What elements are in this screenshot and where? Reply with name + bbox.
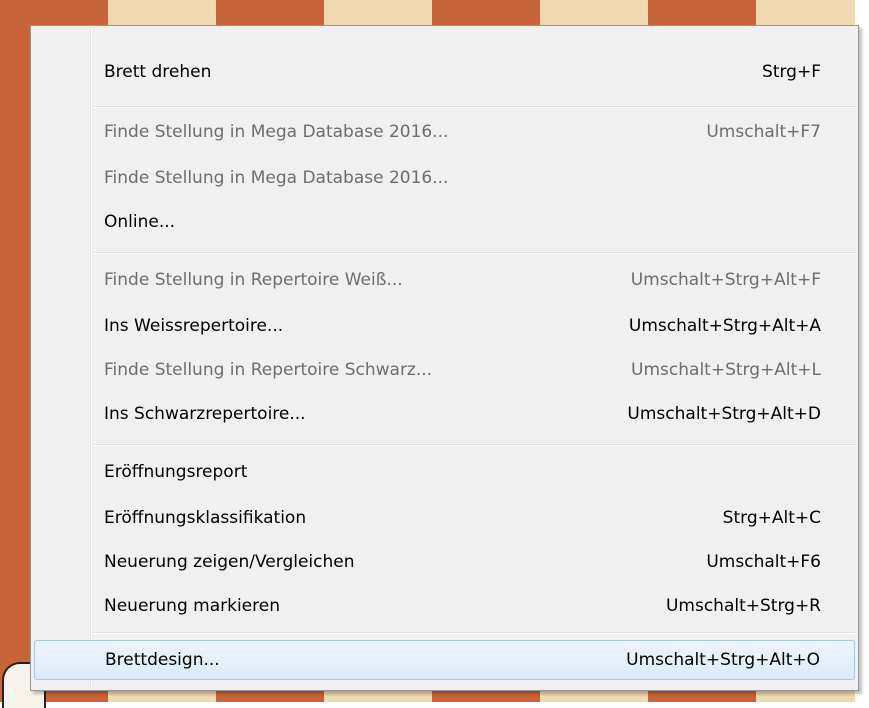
- menu-item-shortcut: Umschalt+Strg+Alt+F: [630, 270, 821, 290]
- menu-separator: [93, 106, 855, 108]
- menu-item-label: Ins Schwarzrepertoire...: [104, 404, 306, 424]
- menu-item-eroeffnungsklassifikation[interactable]: Eröffnungsklassifikation Strg+Alt+C: [34, 498, 855, 538]
- menu-item-finde-repertoire-schwarz[interactable]: Finde Stellung in Repertoire Schwarz... …: [34, 350, 855, 390]
- menu-item-label: Eröffnungsreport: [104, 462, 248, 482]
- menu-item-label: Online...: [104, 212, 176, 232]
- menu-item-label: Finde Stellung in Mega Database 2016...: [104, 122, 449, 142]
- menu-item-shortcut: Strg+F: [762, 62, 821, 82]
- menu-item-finde-mega-1[interactable]: Finde Stellung in Mega Database 2016... …: [34, 112, 855, 152]
- menu-item-label: Brettdesign...: [105, 650, 220, 670]
- menu-item-label: Finde Stellung in Repertoire Schwarz...: [104, 360, 433, 380]
- menu-item-neuerung-zeigen[interactable]: Neuerung zeigen/Vergleichen Umschalt+F6: [34, 542, 855, 582]
- menu-item-finde-mega-2[interactable]: Finde Stellung in Mega Database 2016...: [34, 158, 855, 198]
- context-menu: Brett drehen Strg+F Finde Stellung in Me…: [30, 25, 859, 691]
- menu-item-label: Finde Stellung in Repertoire Weiß...: [104, 270, 403, 290]
- menu-item-finde-repertoire-weiss[interactable]: Finde Stellung in Repertoire Weiß... Ums…: [34, 260, 855, 300]
- menu-item-neuerung-markieren[interactable]: Neuerung markieren Umschalt+Strg+R: [34, 586, 855, 626]
- menu-separator: [93, 444, 855, 446]
- menu-item-shortcut: Umschalt+Strg+R: [665, 596, 821, 616]
- menu-item-shortcut: Umschalt+Strg+Alt+D: [627, 404, 821, 424]
- menu-item-shortcut: Umschalt+Strg+Alt+A: [628, 316, 821, 336]
- menu-item-shortcut: Umschalt+F6: [706, 552, 821, 572]
- menu-item-brett-drehen[interactable]: Brett drehen Strg+F: [34, 52, 855, 92]
- menu-item-label: Finde Stellung in Mega Database 2016...: [104, 168, 449, 188]
- menu-separator: [93, 252, 855, 254]
- menu-item-label: Brett drehen: [104, 62, 212, 82]
- menu-item-label: Neuerung zeigen/Vergleichen: [104, 552, 355, 572]
- menu-item-ins-weissrepertoire[interactable]: Ins Weissrepertoire... Umschalt+Strg+Alt…: [34, 306, 855, 346]
- menu-item-label: Ins Weissrepertoire...: [104, 316, 284, 336]
- menu-item-brettdesign[interactable]: Brettdesign... Umschalt+Strg+Alt+O: [34, 640, 855, 680]
- menu-item-label: Neuerung markieren: [104, 596, 280, 616]
- menu-item-shortcut: Strg+Alt+C: [722, 508, 821, 528]
- menu-item-shortcut: Umschalt+Strg+Alt+O: [626, 650, 820, 670]
- menu-item-label: Eröffnungsklassifikation: [104, 508, 307, 528]
- menu-item-shortcut: Umschalt+F7: [706, 122, 821, 142]
- menu-item-ins-schwarzrepertoire[interactable]: Ins Schwarzrepertoire... Umschalt+Strg+A…: [34, 394, 855, 434]
- menu-item-shortcut: Umschalt+Strg+Alt+L: [631, 360, 821, 380]
- menu-item-eroeffnungsreport[interactable]: Eröffnungsreport: [34, 452, 855, 492]
- menu-item-online[interactable]: Online...: [34, 202, 855, 242]
- menu-separator: [93, 632, 855, 634]
